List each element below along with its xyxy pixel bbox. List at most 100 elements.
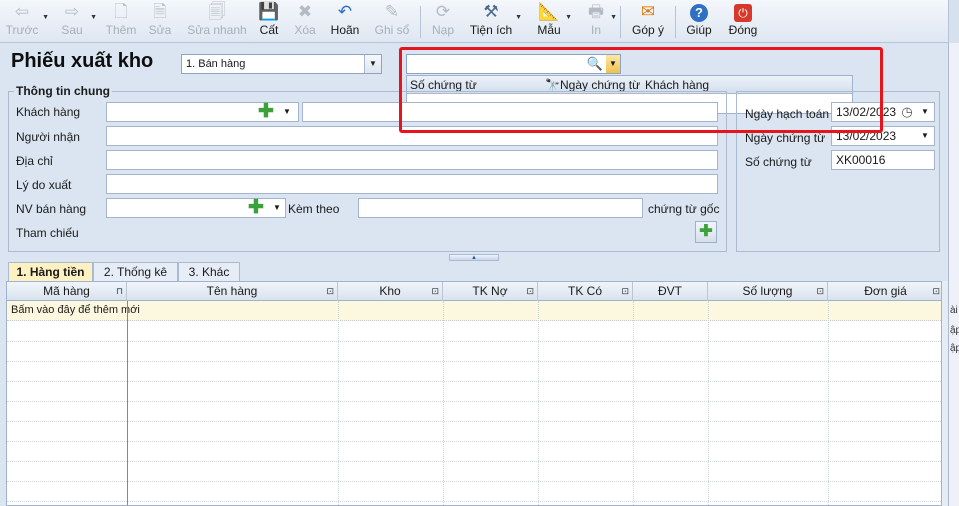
pin-icon[interactable]: ⊡ bbox=[932, 282, 940, 301]
add-reference-button[interactable]: ✚ bbox=[695, 221, 717, 243]
toolbar-separator bbox=[420, 6, 421, 38]
edit-document-icon: 🗎 bbox=[153, 2, 167, 21]
column-title: TK Nợ bbox=[472, 284, 508, 298]
reason-input[interactable] bbox=[106, 174, 718, 194]
reload-button[interactable]: ⟳ Nạp bbox=[430, 0, 456, 43]
doc-no-label: Số chứng từ bbox=[745, 155, 812, 169]
tab-label: 3. Khác bbox=[188, 265, 230, 279]
column-header-warehouse[interactable]: Kho ⊡ bbox=[338, 282, 443, 301]
chevron-down-icon[interactable]: ▼ bbox=[610, 14, 617, 21]
template-icon: 📐 bbox=[538, 2, 560, 21]
add-new-row-hint: Bấm vào đây để thêm mới bbox=[11, 304, 140, 316]
chevron-down-icon[interactable]: ▼ bbox=[515, 14, 522, 21]
grid-column-line bbox=[338, 301, 339, 505]
next-button[interactable]: ⇨ Sau ▼ bbox=[56, 0, 97, 43]
grid-scrollbar[interactable] bbox=[942, 281, 948, 506]
undo-icon: ↶ bbox=[337, 2, 353, 21]
cancel-button-label: Hoãn bbox=[330, 23, 360, 37]
chevron-down-icon[interactable]: ▼ bbox=[364, 55, 381, 73]
column-header-quantity[interactable]: Số lượng ⊡ bbox=[708, 282, 828, 301]
column-header-item-code[interactable]: Mã hàng ⊓ bbox=[7, 282, 127, 301]
chevron-down-icon[interactable]: ▼ bbox=[918, 127, 932, 145]
reload-button-label: Nạp bbox=[431, 23, 454, 37]
reload-icon: ⟳ bbox=[435, 2, 451, 21]
highlight-box bbox=[399, 47, 883, 133]
doc-no-input[interactable]: XK00016 bbox=[831, 150, 935, 170]
previous-button-label: Trước bbox=[5, 23, 39, 37]
feedback-button[interactable]: ✉ Góp ý bbox=[630, 0, 666, 43]
delete-button[interactable]: ✖ Xóa bbox=[292, 0, 318, 43]
address-input[interactable] bbox=[106, 150, 718, 170]
utilities-button-label: Tiện ích bbox=[469, 23, 513, 37]
close-button[interactable]: ⏻ Đóng bbox=[727, 0, 759, 43]
column-header-unit[interactable]: ĐVT bbox=[633, 282, 708, 301]
attach-input[interactable] bbox=[358, 198, 643, 218]
toolbar-separator bbox=[620, 6, 621, 38]
close-button-label: Đóng bbox=[728, 23, 758, 37]
post-button[interactable]: ✎ Ghi sổ bbox=[373, 0, 411, 43]
add-icon[interactable]: ✚ bbox=[247, 198, 265, 217]
quick-edit-button-label: Sửa nhanh bbox=[187, 23, 247, 37]
grid-column-line bbox=[708, 301, 709, 505]
toolbar: ⇦ Trước ▼ ⇨ Sau ▼ 🗋 Thêm 🗎 Sửa 🗐 Sửa nha… bbox=[0, 0, 959, 43]
close-power-icon: ⏻ bbox=[727, 1, 759, 23]
attach-label: Kèm theo bbox=[288, 202, 340, 216]
add-icon[interactable]: ✚ bbox=[257, 102, 275, 121]
column-title: Đơn giá bbox=[864, 284, 907, 298]
save-button[interactable]: 💾 Cất bbox=[256, 0, 282, 43]
grid-column-line bbox=[443, 301, 444, 505]
utilities-button[interactable]: ⚒ Tiện ích ▼ bbox=[469, 0, 522, 43]
quick-edit-button[interactable]: 🗐 Sửa nhanh bbox=[186, 0, 248, 43]
grid-row-line bbox=[7, 501, 941, 502]
customer-code-input[interactable]: ✚ ▼ bbox=[106, 102, 299, 122]
pin-icon[interactable]: ⊡ bbox=[621, 282, 629, 301]
doc-date-label: Ngày chứng từ bbox=[745, 131, 826, 145]
template-button[interactable]: 📐 Mẫu ▼ bbox=[535, 0, 572, 43]
sales-staff-input[interactable]: ✚ ▼ bbox=[106, 198, 286, 218]
column-header-item-name[interactable]: Tên hàng ⊡ bbox=[127, 282, 338, 301]
print-button[interactable]: 🖶 In ▼ bbox=[584, 0, 617, 43]
clock-icon[interactable]: ◷ bbox=[898, 103, 916, 121]
add-new-row[interactable]: Bấm vào đây để thêm mới bbox=[7, 301, 941, 321]
chevron-down-icon[interactable]: ▼ bbox=[565, 14, 572, 21]
arrow-right-icon: ⇨ bbox=[64, 2, 80, 21]
address-label: Địa chỉ bbox=[16, 154, 53, 168]
grid-row-line bbox=[7, 361, 941, 362]
voucher-type-select[interactable]: 1. Bán hàng ▼ bbox=[181, 54, 382, 74]
column-header-debit-account[interactable]: TK Nợ ⊡ bbox=[443, 282, 538, 301]
column-title: TK Có bbox=[567, 284, 602, 298]
chevron-down-icon[interactable]: ▼ bbox=[280, 103, 294, 121]
pin-icon[interactable]: ⊡ bbox=[526, 282, 534, 301]
window-edge bbox=[948, 0, 959, 43]
previous-button[interactable]: ⇦ Trước ▼ bbox=[4, 0, 49, 43]
pin-icon[interactable]: ⊡ bbox=[326, 282, 334, 301]
tab-goods-money[interactable]: 1. Hàng tiền bbox=[8, 262, 93, 282]
general-info-legend: Thông tin chung bbox=[14, 84, 112, 98]
chevron-down-icon[interactable]: ▼ bbox=[270, 199, 284, 217]
tools-icon: ⚒ bbox=[483, 2, 499, 21]
template-button-label: Mẫu bbox=[537, 23, 561, 37]
edit-button[interactable]: 🗎 Sửa bbox=[146, 0, 174, 43]
tab-other[interactable]: 3. Khác bbox=[178, 262, 240, 281]
side-panel-edge bbox=[948, 43, 959, 506]
chevron-down-icon[interactable]: ▼ bbox=[918, 103, 932, 121]
grid-column-line bbox=[633, 301, 634, 505]
add-button[interactable]: 🗋 Thêm bbox=[104, 0, 138, 43]
tab-statistics[interactable]: 2. Thống kê bbox=[93, 262, 178, 281]
help-button[interactable]: ? Giúp bbox=[684, 0, 714, 43]
add-button-label: Thêm bbox=[105, 23, 137, 37]
chevron-down-icon[interactable]: ▼ bbox=[90, 14, 97, 21]
pin-icon[interactable]: ⊓ bbox=[116, 282, 123, 301]
column-title: Kho bbox=[379, 284, 401, 298]
grid-row-line bbox=[7, 461, 941, 462]
collapse-toggle[interactable]: ▲ bbox=[449, 254, 499, 261]
help-icon: ? bbox=[684, 1, 714, 23]
edit-button-label: Sửa bbox=[148, 23, 172, 37]
column-header-unit-price[interactable]: Đơn giá ⊡ bbox=[828, 282, 941, 301]
chevron-down-icon[interactable]: ▼ bbox=[42, 14, 49, 21]
cancel-button[interactable]: ↶ Hoãn bbox=[329, 0, 361, 43]
doc-no-value: XK00016 bbox=[836, 153, 886, 167]
pin-icon[interactable]: ⊡ bbox=[816, 282, 824, 301]
pin-icon[interactable]: ⊡ bbox=[431, 282, 439, 301]
column-header-credit-account[interactable]: TK Có ⊡ bbox=[538, 282, 633, 301]
